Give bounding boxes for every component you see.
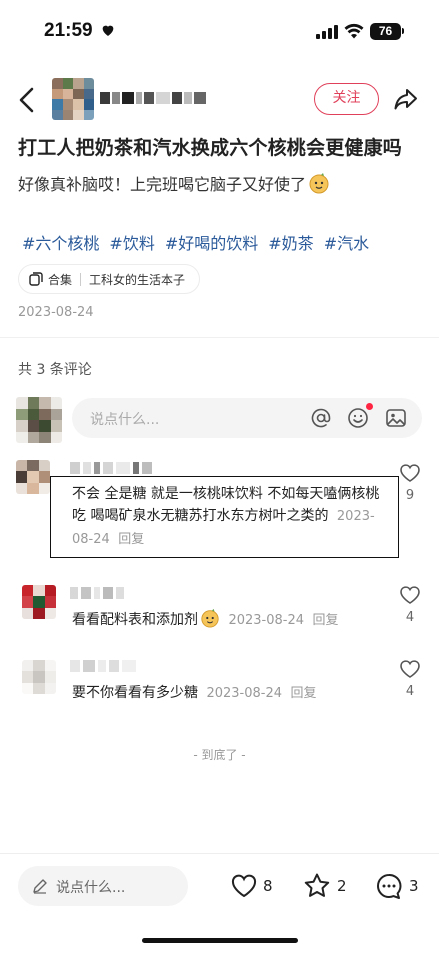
commenter-avatar[interactable]	[22, 660, 56, 694]
bottom-divider	[0, 853, 439, 854]
battery-indicator: 76	[370, 23, 401, 40]
back-icon[interactable]	[16, 86, 38, 114]
like-count: 9	[405, 488, 415, 503]
reply-link[interactable]: 回复	[290, 686, 316, 701]
like-heart-icon[interactable]	[399, 585, 421, 605]
comment-date: 2023-08-24	[228, 613, 305, 628]
comment-input-placeholder: 说点什么...	[90, 412, 160, 428]
heart-icon	[102, 25, 114, 36]
commenter-avatar[interactable]	[22, 585, 56, 619]
post-body: 好像真补脑哎！上完班喝它脑子又好使了	[18, 171, 428, 195]
collection-label: 合集	[48, 272, 73, 287]
home-indicator	[142, 938, 298, 943]
reply-link[interactable]: 回复	[312, 613, 338, 628]
share-icon[interactable]	[393, 86, 419, 112]
like-total: 8	[263, 877, 273, 895]
divider	[0, 337, 439, 338]
status-bar: 21:59 76	[0, 0, 439, 64]
commenter-avatar[interactable]	[16, 460, 50, 494]
comment-text: 要不你看看有多少糖 2023-08-24 回复	[72, 682, 392, 705]
bottom-input-placeholder: 说点什么...	[56, 880, 126, 896]
tag-item[interactable]: #六个核桃	[22, 230, 99, 254]
collection-icon	[29, 272, 43, 286]
author-avatar[interactable]	[52, 78, 94, 120]
reply-link[interactable]: 回复	[118, 532, 144, 547]
emoji-icon	[309, 173, 329, 194]
collection-chip[interactable]: 合集 工科女的生活本子	[18, 264, 201, 294]
status-time: 21:59	[44, 20, 93, 41]
collect-total: 2	[337, 877, 347, 895]
comment-count: 共 3 条评论	[18, 362, 92, 378]
follow-button[interactable]: 关注	[314, 83, 379, 115]
tag-item[interactable]: #汽水	[324, 230, 369, 254]
tag-item[interactable]: #饮料	[109, 230, 154, 254]
comment-total: 3	[409, 877, 419, 895]
comment-text: 看看配料表和添加剂 2023-08-24 回复	[72, 608, 392, 632]
post-body-text: 好像真补脑哎！上完班喝它脑子又好使了	[18, 175, 307, 194]
comment-body: 看看配料表和添加剂	[72, 612, 198, 628]
tag-item[interactable]: #奶茶	[268, 230, 313, 254]
like-heart-icon[interactable]	[399, 659, 421, 679]
signal-icon	[316, 25, 338, 39]
commenter-name-pixelated[interactable]	[70, 660, 136, 674]
commenter-name-pixelated[interactable]	[70, 462, 152, 476]
comment-body: 要不你看看有多少糖	[72, 685, 198, 701]
image-icon[interactable]	[385, 407, 407, 429]
author-name-pixelated[interactable]	[100, 86, 220, 110]
post-date: 2023-08-24	[18, 305, 94, 320]
post-header: 关注	[0, 72, 439, 128]
like-count: 4	[405, 610, 415, 625]
comment-text: 不会 全是糖 就是一核桃味饮料 不如每天嗑俩核桃吃 喝喝矿泉水无糖苏打水东方树叶…	[72, 483, 382, 551]
smile-icon[interactable]	[347, 407, 369, 429]
wifi-icon	[344, 23, 364, 39]
my-avatar	[16, 397, 62, 443]
collection-separator	[80, 272, 82, 286]
collection-name: 工科女的生活本子	[89, 272, 186, 287]
emoji-icon	[201, 608, 219, 628]
like-icon[interactable]	[230, 872, 258, 900]
star-icon[interactable]	[303, 872, 331, 900]
tag-item[interactable]: #好喝的饮料	[165, 230, 258, 254]
tag-list: #六个核桃 #饮料 #好喝的饮料 #奶茶 #汽水	[22, 230, 432, 254]
commenter-name-pixelated[interactable]	[70, 587, 124, 601]
like-count: 4	[405, 684, 415, 699]
end-of-list: - 到底了 -	[193, 748, 246, 762]
bottom-comment-input[interactable]: 说点什么...	[18, 866, 188, 906]
post-title: 打工人把奶茶和汽水换成六个核桃会更健康吗	[18, 137, 403, 159]
notification-dot	[366, 403, 373, 410]
comment-date: 2023-08-24	[206, 686, 283, 701]
comment-body: 不会 全是糖 就是一核桃味饮料 不如每天嗑俩核桃吃 喝喝矿泉水无糖苏打水东方树叶…	[72, 486, 380, 524]
pencil-icon	[33, 879, 47, 894]
like-heart-icon[interactable]	[399, 463, 421, 483]
comment-icon[interactable]	[375, 872, 403, 900]
at-icon[interactable]	[310, 407, 332, 429]
battery-tip	[402, 28, 404, 34]
comment-input[interactable]: 说点什么...	[72, 398, 422, 438]
